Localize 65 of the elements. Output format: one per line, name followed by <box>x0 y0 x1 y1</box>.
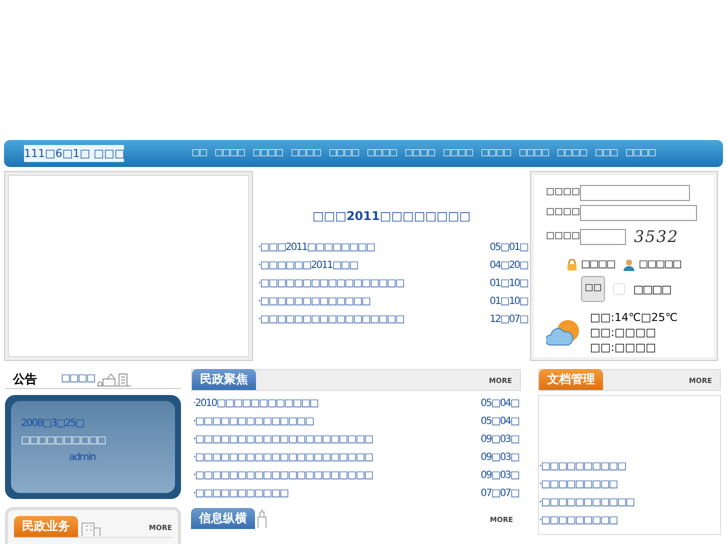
login-link[interactable]: □□□□□ <box>638 257 682 272</box>
news-date: 05□04□ <box>480 415 519 429</box>
menu-link[interactable]: □□□□ <box>518 146 549 160</box>
news-link[interactable]: ·□□□□□□□□□□□□□□□□□ <box>258 275 404 293</box>
input-field[interactable] <box>580 229 626 245</box>
menu-link[interactable]: □□□□ <box>214 146 245 160</box>
remember-label: □□□□ <box>633 282 671 296</box>
date-label: 111□6□1□ □□□ <box>24 145 124 162</box>
notice-title: 公告 <box>13 370 37 388</box>
notice-text: 2008□3□25□ <box>21 417 85 431</box>
remember-checkbox[interactable] <box>613 283 626 295</box>
notice-text: admin <box>68 451 96 465</box>
news-link[interactable]: ·□□□□□□□□□□□□□□ <box>193 413 314 431</box>
news-date: 12□07□ <box>490 313 528 327</box>
input-field[interactable] <box>580 185 690 201</box>
news-link[interactable]: ·2010□□□□□□□□□□□□ <box>193 395 318 413</box>
news-link[interactable]: ·□□□□□□□□□□□□□□□□□□□□□ <box>193 467 373 485</box>
building-icon <box>94 370 133 386</box>
lock-icon <box>566 258 577 270</box>
menu-link[interactable]: □□□□ <box>442 146 473 160</box>
menu-link[interactable]: □□□□ <box>625 146 656 160</box>
menu-link[interactable]: □□□□ <box>290 146 321 160</box>
news-link[interactable]: ·□□□□□□2011□□□ <box>258 257 358 275</box>
captcha-image: 3532 <box>634 226 679 248</box>
weather-text: □□:□□□□ <box>590 340 658 355</box>
input-field[interactable] <box>580 205 697 221</box>
login-link[interactable]: □□□□ <box>580 257 615 272</box>
person-icon <box>622 258 635 270</box>
news-link[interactable]: ·□□□□□□□□□□□□□□□□□□□□□ <box>193 431 373 449</box>
news-link[interactable]: ·□□□2011□□□□□□□□ <box>258 239 375 257</box>
news-date: 01□10□ <box>490 295 528 309</box>
news-link[interactable]: ·□□□□□□□□□□□ <box>193 485 288 503</box>
doc-link[interactable]: ·□□□□□□□□□ <box>539 476 618 494</box>
menu-link[interactable]: □□□□ <box>252 146 283 160</box>
doc-link[interactable]: ·□□□□□□□□□□ <box>539 458 626 476</box>
section-tab[interactable]: 信息纵横 <box>191 508 255 529</box>
cloudy-sun-icon <box>546 318 582 346</box>
news-date: 09□03□ <box>480 433 519 447</box>
news-date: 07□07□ <box>480 487 519 501</box>
login-button[interactable]: □□ <box>581 276 606 302</box>
news-date: 09□03□ <box>480 451 519 465</box>
news-date: 04□20□ <box>490 259 528 273</box>
menu-link[interactable]: □□□□ <box>404 146 435 160</box>
menu-link[interactable]: □□□□ <box>328 146 359 160</box>
news-link[interactable]: ·□□□□□□□□□□□□□□□□□□□□□ <box>193 449 373 467</box>
headline-title: □□□2011□□□□□□□□ <box>311 208 472 225</box>
news-link[interactable]: ·□□□□□□□□□□□□□□□□□ <box>258 311 404 329</box>
menu-link[interactable]: □□□□ <box>366 146 397 160</box>
section-tab[interactable]: 民政聚焦 <box>192 369 256 390</box>
news-link[interactable]: ·□□□□□□□□□□□□□ <box>258 293 370 311</box>
menu-link[interactable]: □□□□ <box>480 146 511 160</box>
weather-text: □□:14℃□25℃ <box>590 310 678 325</box>
menu-link[interactable]: □□□ <box>594 146 618 160</box>
news-date: 05□04□ <box>480 397 519 411</box>
news-date: 05□01□ <box>490 241 528 255</box>
menu-link[interactable]: □□ <box>192 146 207 160</box>
doc-link[interactable]: ·□□□□□□□□□ <box>539 512 618 530</box>
menu-link[interactable]: □□□□ <box>556 146 587 160</box>
notice-text: □□□□□□□□□□ <box>21 434 106 448</box>
notice-link[interactable]: □□□□ <box>61 371 95 386</box>
doc-link[interactable]: ·□□□□□□□□□□□ <box>539 494 634 512</box>
tower-icon <box>255 509 269 529</box>
news-date: 09□03□ <box>480 469 519 483</box>
weather-text: □□:□□□□ <box>590 325 658 340</box>
news-date: 01□10□ <box>490 277 528 291</box>
